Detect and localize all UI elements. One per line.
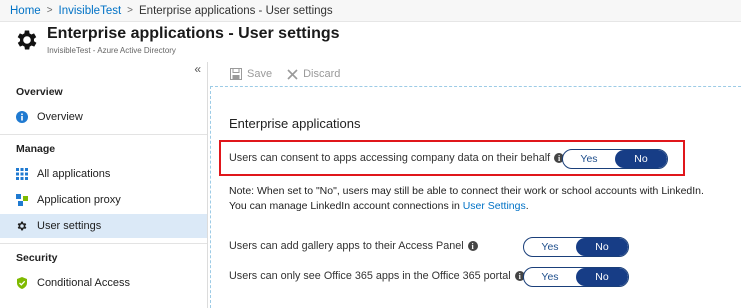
- collapse-sidebar-icon[interactable]: «: [194, 62, 201, 76]
- linkedin-note: Note: When set to "No", users may still …: [229, 184, 729, 214]
- breadcrumb-separator: >: [46, 5, 53, 16]
- toggle-no-option[interactable]: No: [615, 150, 667, 168]
- divider: [0, 134, 207, 135]
- info-icon: [16, 111, 28, 123]
- sidebar-item-label: Conditional Access: [37, 277, 130, 289]
- section-label-manage: Manage: [16, 143, 56, 155]
- breadcrumb: Home > InvisibleTest > Enterprise applic…: [0, 0, 741, 22]
- section-title: Enterprise applications: [229, 116, 361, 131]
- breadcrumb-separator: >: [127, 5, 134, 16]
- breadcrumb-tenant-link[interactable]: InvisibleTest: [59, 5, 122, 17]
- setting-gallery-apps-label: Users can add gallery apps to their Acce…: [229, 240, 478, 252]
- application-proxy-icon: [16, 194, 28, 206]
- sidebar: « Overview Overview Manage All applicati…: [0, 62, 208, 308]
- command-toolbar: Save Discard: [210, 62, 741, 86]
- save-button-label: Save: [247, 68, 273, 80]
- sidebar-item-overview[interactable]: Overview: [0, 105, 207, 129]
- sidebar-item-conditional-access[interactable]: Conditional Access: [0, 271, 207, 295]
- sidebar-item-all-applications[interactable]: All applications: [0, 162, 207, 186]
- save-button[interactable]: Save: [230, 68, 272, 80]
- setting-label-text: Users can only see Office 365 apps in th…: [229, 270, 511, 282]
- section-label-security: Security: [16, 252, 58, 264]
- consent-toggle[interactable]: Yes No: [562, 149, 668, 169]
- shield-icon: [16, 277, 28, 289]
- toggle-no-option[interactable]: No: [576, 238, 628, 256]
- page-subtitle: InvisibleTest - Azure Active Directory: [47, 46, 176, 55]
- setting-office365-label: Users can only see Office 365 apps in th…: [229, 270, 525, 282]
- setting-label-text: Users can add gallery apps to their Acce…: [229, 240, 464, 252]
- breadcrumb-home-link[interactable]: Home: [10, 5, 41, 17]
- page-header: Enterprise applications - User settings …: [0, 22, 741, 62]
- toggle-yes-option[interactable]: Yes: [524, 268, 576, 286]
- sidebar-item-application-proxy[interactable]: Application proxy: [0, 188, 207, 212]
- sidebar-item-label: User settings: [37, 220, 102, 232]
- gear-icon: [17, 30, 37, 50]
- toggle-no-option[interactable]: No: [576, 268, 628, 286]
- section-label-overview: Overview: [16, 86, 63, 98]
- save-icon: [230, 68, 242, 80]
- page-title: Enterprise applications - User settings: [47, 25, 340, 42]
- discard-button[interactable]: Discard: [287, 68, 340, 80]
- note-line-2-text: You can manage LinkedIn account connecti…: [229, 200, 463, 212]
- discard-button-label: Discard: [303, 68, 341, 80]
- divider: [0, 243, 207, 244]
- sidebar-item-label: Overview: [37, 111, 83, 123]
- info-icon[interactable]: i: [467, 241, 478, 251]
- note-line-1: Note: When set to "No", users may still …: [229, 185, 704, 197]
- gallery-apps-toggle[interactable]: Yes No: [523, 237, 629, 257]
- user-settings-link[interactable]: User Settings: [463, 200, 526, 212]
- toggle-yes-option[interactable]: Yes: [563, 150, 615, 168]
- sidebar-item-label: Application proxy: [37, 194, 121, 206]
- office365-toggle[interactable]: Yes No: [523, 267, 629, 287]
- gear-icon: [16, 220, 28, 232]
- note-line-2: You can manage LinkedIn account connecti…: [229, 199, 729, 214]
- toggle-yes-option[interactable]: Yes: [524, 238, 576, 256]
- note-line-2-suffix: .: [525, 200, 529, 212]
- setting-consent-label: Users can consent to apps accessing comp…: [229, 152, 565, 164]
- setting-label-text: Users can consent to apps accessing comp…: [229, 152, 551, 164]
- sidebar-item-label: All applications: [37, 168, 111, 180]
- grid-icon: [16, 168, 28, 180]
- close-icon: [287, 68, 298, 80]
- breadcrumb-current: Enterprise applications - User settings: [139, 4, 333, 17]
- sidebar-item-user-settings[interactable]: User settings: [0, 214, 207, 238]
